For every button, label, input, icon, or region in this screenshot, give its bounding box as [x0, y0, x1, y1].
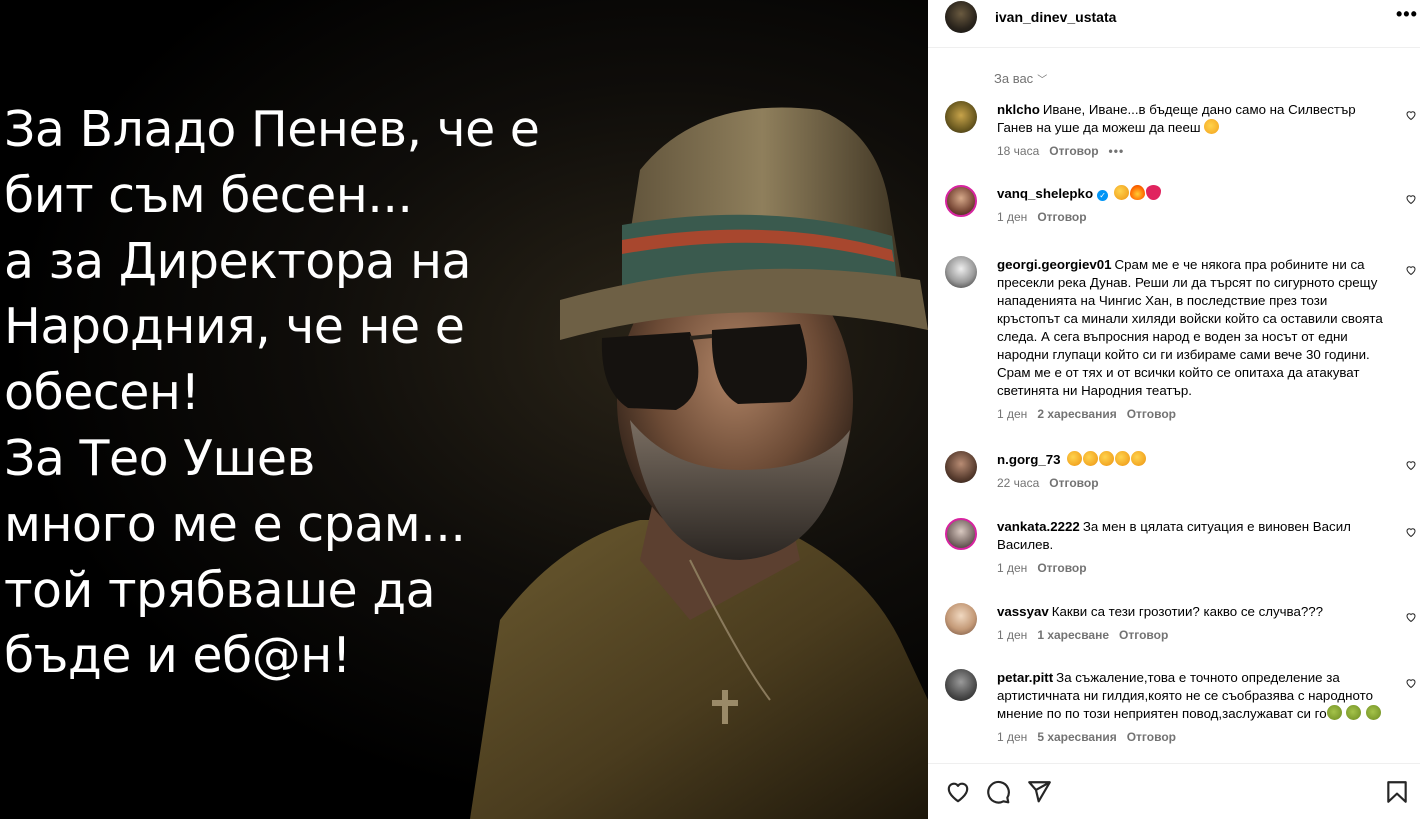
comment-icon[interactable]	[985, 779, 1011, 805]
author-avatar[interactable]	[945, 1, 977, 33]
clapping-hands-icon	[1115, 451, 1131, 466]
caption-line: той трябваше да	[4, 561, 436, 619]
comment-like-count[interactable]: 2 харесвания	[1037, 407, 1116, 421]
reply-button[interactable]: Отговор	[1127, 730, 1176, 744]
caption-line: Народния, че не е	[4, 298, 465, 356]
bookmark-icon[interactable]	[1384, 779, 1410, 805]
comment-time: 1 ден	[997, 561, 1028, 575]
nauseated-face-icon	[1366, 705, 1382, 720]
commenter-avatar[interactable]	[945, 101, 977, 133]
comment-time: 1 ден	[997, 628, 1028, 642]
comment-time: 1 ден	[997, 407, 1028, 421]
clapping-hands-icon	[1131, 451, 1147, 466]
caption-line: обесен!	[4, 364, 200, 422]
comment-meta: 1 ден 2 харесвания Отговор	[997, 407, 1392, 421]
reply-button[interactable]: Отговор	[1049, 144, 1098, 158]
caption-line: За Тео Ушев	[4, 429, 315, 487]
comment-meta: 18 часа Отговор •••	[997, 144, 1392, 158]
like-comment-heart-icon[interactable]	[1405, 459, 1417, 471]
author-username[interactable]: ivan_dinev_ustata	[995, 9, 1116, 25]
post-caption-overlay: За Владо Пенев, че е бит съм бесен... а …	[4, 97, 624, 689]
clapping-hands-icon	[1067, 451, 1083, 466]
clapping-hands-icon	[1083, 451, 1099, 466]
comment-meta: 1 ден 1 харесване Отговор	[997, 628, 1392, 642]
comment-time: 1 ден	[997, 210, 1028, 224]
caption-line: много ме е срам...	[4, 495, 466, 553]
reply-button[interactable]: Отговор	[1127, 407, 1176, 421]
commenter-username[interactable]: vassyav	[997, 604, 1049, 619]
clapping-hands-icon	[1099, 451, 1115, 466]
commenter-username[interactable]: georgi.georgiev01	[997, 257, 1112, 272]
chevron-down-icon: ﹀	[1037, 75, 1048, 86]
commenter-username[interactable]: nklcho	[997, 102, 1040, 117]
post-action-bar	[928, 763, 1420, 819]
commenter-avatar[interactable]	[945, 451, 977, 483]
commenter-username[interactable]: n.gorg_73	[997, 452, 1061, 467]
caption-line: бит съм бесен...	[4, 166, 413, 224]
comment-like-count[interactable]: 5 харесвания	[1037, 730, 1116, 744]
commenter-username[interactable]: petar.pitt	[997, 670, 1053, 685]
red-heart-icon	[1145, 185, 1161, 200]
reply-button[interactable]: Отговор	[1037, 561, 1086, 575]
like-comment-heart-icon[interactable]	[1405, 677, 1417, 689]
caption-line: а за Директора на	[4, 232, 472, 290]
comment-meta: 22 часа Отговор	[997, 476, 1392, 490]
nauseated-face-icon	[1326, 705, 1342, 720]
comment-like-count[interactable]: 1 харесване	[1037, 628, 1109, 642]
reply-button[interactable]: Отговор	[1049, 476, 1098, 490]
comments-list[interactable]: За вас ﹀ nklcho Иване, Иване...в бъдеще да…	[928, 49, 1420, 763]
comment-text: За съжаление,това е точното определение …	[997, 670, 1373, 721]
post-header: ivan_dinev_ustata •••	[928, 0, 1420, 48]
commenter-avatar[interactable]	[945, 603, 977, 635]
like-comment-heart-icon[interactable]	[1405, 264, 1417, 276]
heart-icon[interactable]	[945, 779, 971, 805]
comment-time: 22 часа	[997, 476, 1040, 490]
more-options-icon[interactable]: •••	[1396, 4, 1418, 25]
comment-filter-dropdown[interactable]: За вас ﹀	[994, 71, 1047, 86]
clapping-hands-icon	[1113, 185, 1129, 200]
winking-face-icon	[1204, 119, 1220, 134]
comment-meta: 1 ден 5 харесвания Отговор	[997, 730, 1392, 744]
comment-more-button[interactable]: •••	[1109, 144, 1125, 158]
commenter-username[interactable]: vankata.2222	[997, 519, 1080, 534]
like-comment-heart-icon[interactable]	[1405, 611, 1417, 623]
fire-icon	[1129, 185, 1145, 200]
comment-time: 18 часа	[997, 144, 1040, 158]
like-comment-heart-icon[interactable]	[1405, 109, 1417, 121]
comment-text: Иване, Иване...в бъдеще дано само на Сил…	[997, 102, 1356, 135]
caption-line: бъде и еб@н!	[4, 627, 351, 685]
comment-meta: 1 ден Отговор	[997, 561, 1392, 575]
post-image[interactable]: За Владо Пенев, че е бит съм бесен... а …	[0, 0, 928, 819]
filter-label: За вас	[994, 71, 1034, 86]
like-comment-heart-icon[interactable]	[1405, 193, 1417, 205]
comment-text: Срам ме е че някога пра робините ни са п…	[997, 257, 1383, 398]
commenter-avatar[interactable]	[945, 518, 977, 550]
nauseated-face-icon	[1346, 705, 1362, 720]
commenter-avatar[interactable]	[945, 185, 977, 217]
share-icon[interactable]	[1026, 779, 1052, 805]
verified-badge-icon: ✓	[1097, 190, 1109, 201]
commenter-avatar[interactable]	[945, 256, 977, 288]
comment-text: Какви са тези грозотии? какво се случва?…	[1051, 604, 1324, 619]
commenter-username[interactable]: vanq_shelepko	[997, 186, 1093, 201]
comment-time: 1 ден	[997, 730, 1028, 744]
caption-line: За Владо Пенев, че е	[4, 101, 540, 158]
comment-meta: 1 ден Отговор	[997, 210, 1392, 224]
commenter-avatar[interactable]	[945, 669, 977, 701]
like-comment-heart-icon[interactable]	[1405, 526, 1417, 538]
post-details-panel: ivan_dinev_ustata ••• За вас ﹀ nklcho Иван…	[928, 0, 1420, 819]
reply-button[interactable]: Отговор	[1037, 210, 1086, 224]
reply-button[interactable]: Отговор	[1119, 628, 1168, 642]
